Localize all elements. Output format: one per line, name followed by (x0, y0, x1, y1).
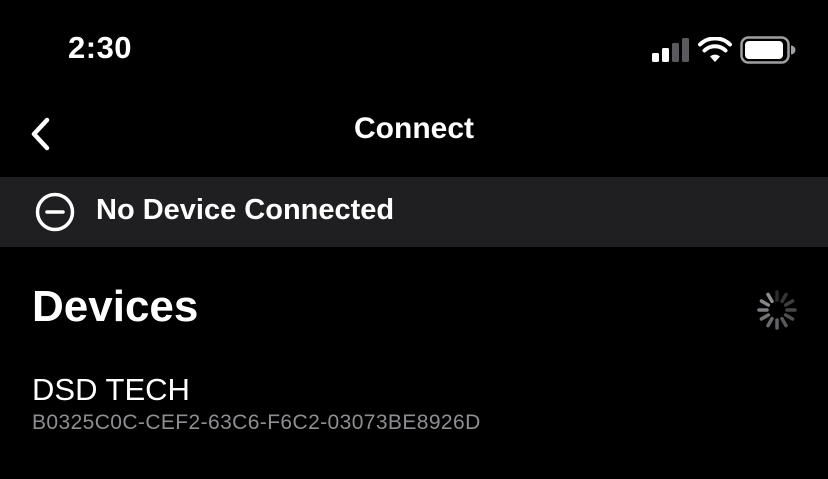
device-name: DSD TECH (32, 372, 190, 407)
connect-screen: 2:30 Connect No Device Connected Devices… (0, 0, 828, 479)
minus-circle-icon (35, 192, 75, 232)
status-time: 2:30 (68, 30, 133, 65)
spinner-spoke (759, 313, 771, 321)
spinner-spoke (783, 313, 795, 321)
spinner-spoke (759, 299, 771, 307)
activity-spinner-icon (757, 290, 797, 330)
battery-icon (740, 36, 796, 64)
spinner-spoke (780, 292, 788, 304)
page-title: Connect (354, 112, 474, 145)
spinner-spoke (783, 299, 795, 307)
connection-status-banner: No Device Connected (0, 177, 828, 247)
spinner-spoke (780, 316, 788, 328)
spinner-spoke (766, 292, 774, 304)
device-identifier: B0325C0C-CEF2-63C6-F6C2-03073BE8926D (32, 411, 481, 434)
spinner-spoke (766, 316, 774, 328)
connection-status-text: No Device Connected (96, 194, 395, 226)
wifi-icon (698, 37, 732, 62)
list-item[interactable]: DSD TECH B0325C0C-CEF2-63C6-F6C2-03073BE… (0, 368, 828, 442)
cellular-signal-icon (652, 38, 689, 62)
devices-section-title: Devices (32, 282, 199, 331)
